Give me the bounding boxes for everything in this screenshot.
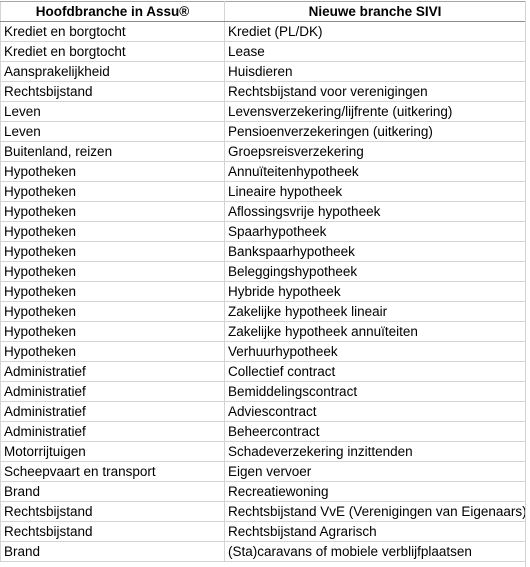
cell-hoofdbranche[interactable]: Buitenland, reizen [0,141,225,162]
cell-nieuwe-branche[interactable]: Recreatiewoning [224,481,526,502]
header-nieuwe-branche[interactable]: Nieuwe branche SIVI [224,1,526,22]
cell-nieuwe-branche[interactable]: Lineaire hypotheek [224,181,526,202]
table-row: Hypotheken Beleggingshypotheek [0,261,526,282]
table-row: Hypotheken Spaarhypotheek [0,221,526,242]
cell-hoofdbranche[interactable]: Hypotheken [0,181,225,202]
cell-nieuwe-branche[interactable]: Beleggingshypotheek [224,261,526,282]
cell-nieuwe-branche[interactable]: Rechtsbijstand Agrarisch [224,521,526,542]
table-row: Krediet en borgtocht Krediet (PL/DK) [0,21,526,42]
cell-nieuwe-branche[interactable]: Collectief contract [224,361,526,382]
table-row: Krediet en borgtocht Lease [0,41,526,62]
cell-hoofdbranche[interactable]: Hypotheken [0,261,225,282]
cell-nieuwe-branche[interactable]: Spaarhypotheek [224,221,526,242]
cell-nieuwe-branche[interactable]: Verhuurhypotheek [224,341,526,362]
cell-nieuwe-branche[interactable]: Krediet (PL/DK) [224,21,526,42]
cell-hoofdbranche[interactable]: Krediet en borgtocht [0,21,225,42]
cell-nieuwe-branche[interactable]: Pensioenverzekeringen (uitkering) [224,121,526,142]
table-row: Hypotheken Verhuurhypotheek [0,341,526,362]
table-row: Hypotheken Hybride hypotheek [0,281,526,302]
cell-hoofdbranche[interactable]: Leven [0,121,225,142]
table-row: Rechtsbijstand Rechtsbijstand Agrarisch [0,521,526,542]
cell-hoofdbranche[interactable]: Brand [0,541,225,562]
cell-nieuwe-branche[interactable]: Adviescontract [224,401,526,422]
cell-nieuwe-branche[interactable]: Annuïteitenhypotheek [224,161,526,182]
table-row: Buitenland, reizen Groepsreisverzekering [0,141,526,162]
cell-nieuwe-branche[interactable]: Huisdieren [224,61,526,82]
cell-nieuwe-branche[interactable]: Zakelijke hypotheek annuïteiten [224,321,526,342]
table-row: Hypotheken Zakelijke hypotheek lineair [0,301,526,322]
table-row: Leven Levensverzekering/lijfrente (uitker… [0,101,526,122]
cell-nieuwe-branche[interactable]: Groepsreisverzekering [224,141,526,162]
cell-hoofdbranche[interactable]: Hypotheken [0,201,225,222]
cell-hoofdbranche[interactable]: Administratief [0,361,225,382]
cell-nieuwe-branche[interactable]: Hybride hypotheek [224,281,526,302]
cell-hoofdbranche[interactable]: Rechtsbijstand [0,521,225,542]
cell-hoofdbranche[interactable]: Hypotheken [0,301,225,322]
cell-nieuwe-branche[interactable]: Zakelijke hypotheek lineair [224,301,526,322]
cell-hoofdbranche[interactable]: Hypotheken [0,241,225,262]
cell-hoofdbranche[interactable]: Administratief [0,381,225,402]
table-row: Hypotheken Lineaire hypotheek [0,181,526,202]
table-row: Brand (Sta)caravans of mobiele verblijfpl… [0,541,526,562]
cell-hoofdbranche[interactable]: Aansprakelijkheid [0,61,225,82]
cell-hoofdbranche[interactable]: Scheepvaart en transport [0,461,225,482]
cell-hoofdbranche[interactable]: Rechtsbijstand [0,81,225,102]
cell-hoofdbranche[interactable]: Hypotheken [0,341,225,362]
header-row: Hoofdbranche in Assu® Nieuwe branche SIV… [0,1,526,22]
table-row: Hypotheken Zakelijke hypotheek annuïteite… [0,321,526,342]
cell-nieuwe-branche[interactable]: Aflossingsvrije hypotheek [224,201,526,222]
table-row: Hypotheken Annuïteitenhypotheek [0,161,526,182]
table-row: Rechtsbijstand Rechtsbijstand VvE (Vereni… [0,501,527,522]
cell-nieuwe-branche[interactable]: Lease [224,41,526,62]
cell-hoofdbranche[interactable]: Administratief [0,401,225,422]
cell-hoofdbranche[interactable]: Krediet en borgtocht [0,41,225,62]
cell-hoofdbranche[interactable]: Hypotheken [0,221,225,242]
cell-nieuwe-branche[interactable]: Rechtsbijstand voor verenigingen [224,81,526,102]
cell-nieuwe-branche[interactable]: Levensverzekering/lijfrente (uitkering) [224,101,526,122]
cell-nieuwe-branche[interactable]: Bemiddelingscontract [224,381,526,402]
cell-nieuwe-branche[interactable]: Schadeverzekering inzittenden [224,441,526,462]
cell-nieuwe-branche[interactable]: Bankspaarhypotheek [224,241,526,262]
branche-mapping-table: Hoofdbranche in Assu® Nieuwe branche SIV… [0,1,527,562]
table-row: Rechtsbijstand Rechtsbijstand voor vereni… [0,81,526,102]
cell-nieuwe-branche[interactable]: Rechtsbijstand VvE (Verenigingen van Eig… [224,501,527,522]
cell-hoofdbranche[interactable]: Leven [0,101,225,122]
table-row: Administratief Bemiddelingscontract [0,381,526,402]
table-row: Brand Recreatiewoning [0,481,526,502]
table-row: Scheepvaart en transport Eigen vervoer [0,461,526,482]
cell-hoofdbranche[interactable]: Hypotheken [0,281,225,302]
table-row: Administratief Beheercontract [0,421,526,442]
spreadsheet: Hoofdbranche in Assu® Nieuwe branche SIV… [0,1,530,567]
table-row: Leven Pensioenverzekeringen (uitkering) [0,121,526,142]
cell-hoofdbranche[interactable]: Administratief [0,421,225,442]
table-row: Administratief Collectief contract [0,361,526,382]
cell-hoofdbranche[interactable]: Hypotheken [0,161,225,182]
cell-nieuwe-branche[interactable]: Eigen vervoer [224,461,526,482]
cell-hoofdbranche[interactable]: Hypotheken [0,321,225,342]
cell-nieuwe-branche[interactable]: Beheercontract [224,421,526,442]
cell-hoofdbranche[interactable]: Motorrijtuigen [0,441,225,462]
cell-nieuwe-branche[interactable]: (Sta)caravans of mobiele verblijfplaatse… [224,541,526,562]
table-row: Hypotheken Bankspaarhypotheek [0,241,526,262]
column-c-gridline [525,1,526,567]
table-row: Aansprakelijkheid Huisdieren [0,61,526,82]
header-hoofdbranche[interactable]: Hoofdbranche in Assu® [0,1,225,22]
table-row: Administratief Adviescontract [0,401,526,422]
table-row: Hypotheken Aflossingsvrije hypotheek [0,201,526,222]
table-row: Motorrijtuigen Schadeverzekering inzitten… [0,441,526,462]
cell-hoofdbranche[interactable]: Brand [0,481,225,502]
cell-hoofdbranche[interactable]: Rechtsbijstand [0,501,225,522]
